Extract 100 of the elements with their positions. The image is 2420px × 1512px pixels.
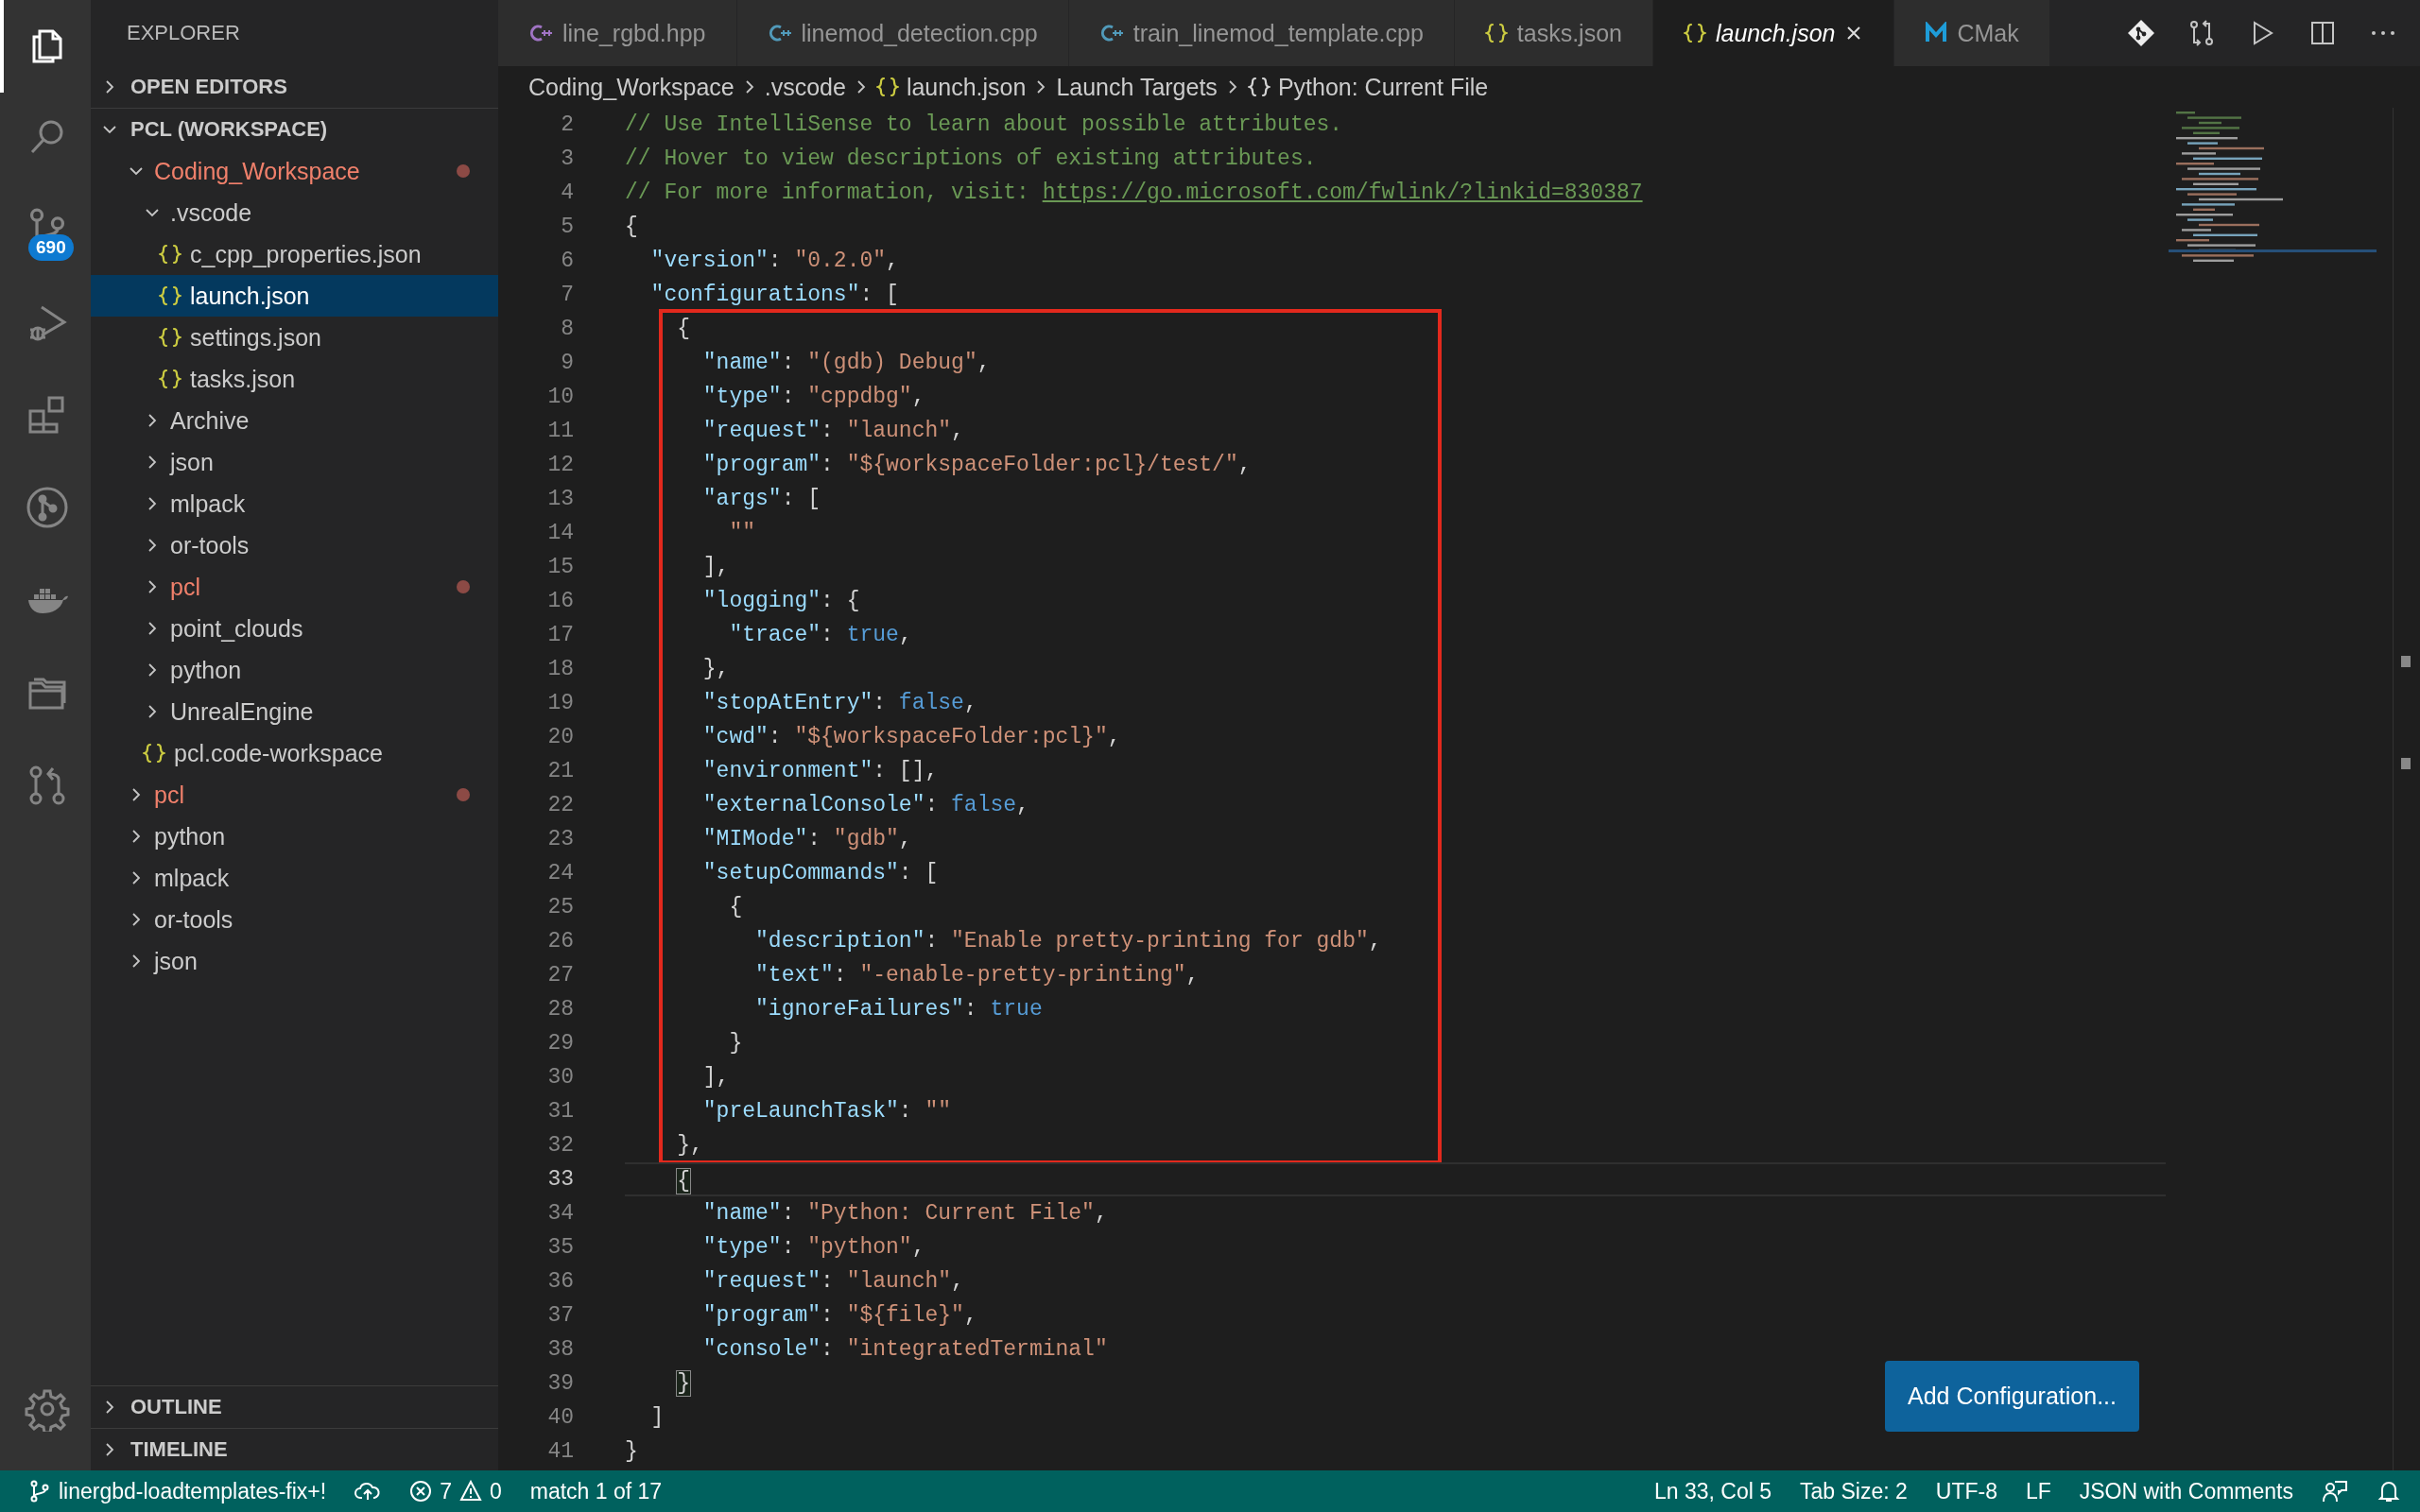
- code-line: "externalConsole": false,: [625, 788, 2166, 822]
- compare-icon[interactable]: [2187, 19, 2216, 47]
- tree-item[interactable]: .vscode: [91, 192, 498, 233]
- code-line: "cwd": "${workspaceFolder:pcl}",: [625, 720, 2166, 754]
- breadcrumb[interactable]: Python: Current File: [1247, 73, 1489, 101]
- status-item[interactable]: match 1 of 17: [529, 1478, 663, 1504]
- status-item[interactable]: UTF-8: [1935, 1478, 1997, 1504]
- line-number: 19: [546, 690, 574, 717]
- diamond-icon[interactable]: [2127, 19, 2155, 47]
- line-number: 7: [560, 282, 574, 309]
- line-number: 37: [546, 1302, 574, 1330]
- line-number: 36: [546, 1268, 574, 1296]
- tree-item[interactable]: point_clouds: [91, 608, 498, 649]
- add-configuration-button[interactable]: Add Configuration...: [1885, 1361, 2139, 1432]
- branch-icon: [28, 1480, 51, 1503]
- code-line: }: [625, 1026, 2166, 1060]
- bell-icon[interactable]: [2377, 1479, 2401, 1503]
- cloud-upload-icon[interactable]: [354, 1480, 382, 1503]
- branch-status[interactable]: linergbd-loadtemplates-fix+!: [28, 1478, 327, 1504]
- tree-item[interactable]: Archive: [91, 400, 498, 441]
- tree-item[interactable]: settings.json: [91, 317, 498, 358]
- line-number: 5: [560, 214, 574, 241]
- tree-item[interactable]: python: [91, 816, 498, 857]
- code-line: }: [625, 1438, 639, 1466]
- braces-icon: [1484, 22, 1508, 44]
- code-line: "name": "(gdb) Debug",: [625, 346, 2166, 380]
- braces-icon: [159, 243, 182, 266]
- code-line: "console": "integratedTerminal": [701, 1336, 1109, 1364]
- editor-tab[interactable]: tasks.json: [1454, 0, 1653, 66]
- status-item[interactable]: Ln 33, Col 5: [1653, 1478, 1772, 1504]
- line-number: 22: [546, 792, 574, 819]
- status-item[interactable]: LF: [2025, 1478, 2051, 1504]
- code-line: "preLaunchTask": "": [625, 1094, 2166, 1128]
- tree-item[interactable]: Coding_Workspace: [91, 150, 498, 192]
- status-item[interactable]: JSON with Comments: [2079, 1478, 2293, 1504]
- tree-item[interactable]: json: [91, 441, 498, 483]
- code-line: "": [625, 516, 2166, 550]
- line-number: 10: [546, 384, 574, 411]
- tree-item[interactable]: UnrealEngine: [91, 691, 498, 732]
- tree-item[interactable]: or-tools: [91, 899, 498, 940]
- breadcrumb[interactable]: .vscode: [764, 73, 846, 101]
- tree-item[interactable]: or-tools: [91, 524, 498, 566]
- code-line: "version": "0.2.0",: [649, 248, 900, 275]
- section-header[interactable]: OPEN EDITORS: [91, 66, 498, 108]
- line-number: 31: [546, 1098, 574, 1125]
- editor-tab[interactable]: CMak: [1894, 0, 2050, 66]
- code-line: {: [625, 890, 2166, 924]
- line-number: 28: [546, 996, 574, 1023]
- code-line: "args": [: [625, 482, 2166, 516]
- code-line: "description": "Enable pretty-printing for gdb",: [625, 924, 2166, 958]
- code-line: "ignoreFailures": true: [625, 992, 2166, 1026]
- tree-item[interactable]: launch.json: [91, 275, 498, 317]
- m-logo-icon: [1925, 22, 1948, 44]
- editor-tab[interactable]: line_rgbd.hpp: [498, 0, 737, 66]
- line-number: 24: [546, 860, 574, 887]
- warning-icon: [459, 1480, 482, 1503]
- editor-tab[interactable]: train_linemod_template.cpp: [1068, 0, 1455, 66]
- tree-item[interactable]: pcl: [91, 774, 498, 816]
- code-line: ]: [649, 1404, 666, 1432]
- code-line: // For more information, visit: https://go.microsoft.com/fwlink/?linkid=830387: [625, 180, 1644, 207]
- editor-tab[interactable]: launch.json: [1653, 0, 1895, 66]
- code-line: "text": "-enable-pretty-printing",: [625, 958, 2166, 992]
- braces-icon: [875, 76, 899, 98]
- section-header[interactable]: OUTLINE: [91, 1385, 498, 1428]
- tree-item[interactable]: json: [91, 940, 498, 982]
- activity-bar-item[interactable]: 690: [0, 181, 91, 278]
- feedback-icon[interactable]: [2322, 1479, 2348, 1503]
- breadcrumb[interactable]: Launch Targets: [1056, 73, 1218, 101]
- braces-icon: [159, 368, 182, 390]
- code-line: "request": "launch",: [625, 414, 2166, 448]
- editor-tab[interactable]: linemod_detection.cpp: [736, 0, 1069, 66]
- line-number: 14: [546, 520, 574, 547]
- line-number: 17: [546, 622, 574, 649]
- tree-item[interactable]: python: [91, 649, 498, 691]
- tree-item[interactable]: mlpack: [91, 483, 498, 524]
- line-number: 3: [560, 146, 574, 173]
- section-header[interactable]: PCL (WORKSPACE): [91, 108, 498, 150]
- code-line: "environment": [],: [625, 754, 2166, 788]
- code-line: "type": "cppdbg",: [625, 380, 2166, 414]
- line-number: 26: [546, 928, 574, 955]
- code-line: "name": "Python: Current File",: [701, 1200, 1109, 1228]
- code-line: {: [625, 214, 639, 241]
- code-line: // Hover to view descriptions of existing attributes.: [625, 146, 1318, 173]
- tree-item[interactable]: pcl: [91, 566, 498, 608]
- problems-status[interactable]: 7 0: [409, 1478, 502, 1504]
- breadcrumb[interactable]: launch.json: [875, 73, 1027, 101]
- line-number: 30: [546, 1064, 574, 1091]
- link[interactable]: https://go.microsoft.com/fwlink/?linkid=830387: [1042, 180, 1643, 205]
- breadcrumb[interactable]: Coding_Workspace: [528, 73, 735, 101]
- line-number: 16: [546, 588, 574, 615]
- tree-item[interactable]: tasks.json: [91, 358, 498, 400]
- line-number: 32: [546, 1132, 574, 1160]
- braces-icon: [1247, 76, 1270, 98]
- tree-item[interactable]: c_cpp_properties.json: [91, 233, 498, 275]
- split-editor-icon[interactable]: [2308, 19, 2337, 47]
- tree-item[interactable]: mlpack: [91, 857, 498, 899]
- code-line: "configurations": [: [649, 282, 900, 309]
- braces-icon: [143, 742, 165, 765]
- status-item[interactable]: Tab Size: 2: [1799, 1478, 1908, 1504]
- tree-item[interactable]: pcl.code-workspace: [91, 732, 498, 774]
